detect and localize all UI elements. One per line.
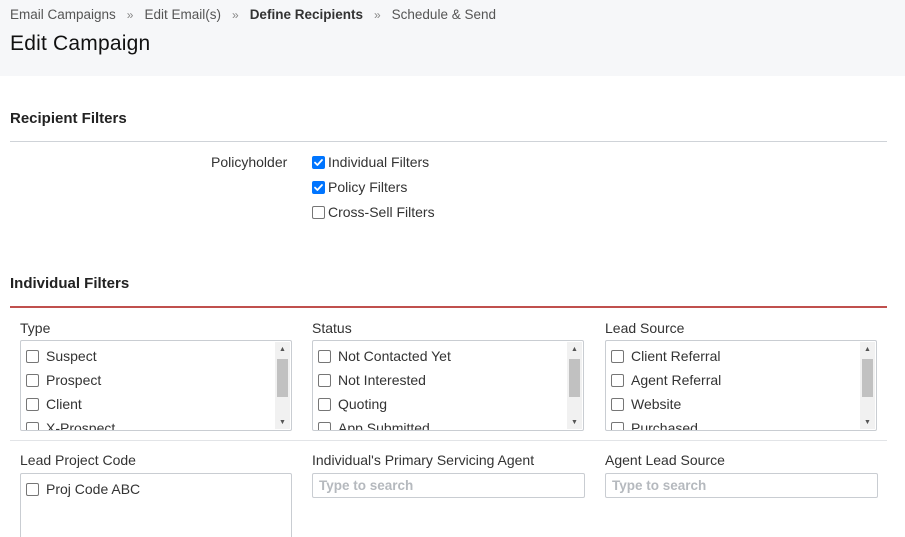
- list-item[interactable]: Not Contacted Yet: [318, 344, 565, 368]
- lead-project-code-checkbox[interactable]: [26, 482, 39, 496]
- cross-sell-filters-option[interactable]: Cross-Sell Filters: [312, 204, 435, 220]
- list-item-label: Client: [46, 396, 82, 412]
- list-item-label: Prospect: [46, 372, 102, 388]
- list-item[interactable]: Not Interested: [318, 368, 565, 392]
- section-divider-accent: [10, 306, 887, 308]
- scroll-down-arrow-icon[interactable]: ▼: [275, 415, 290, 429]
- list-item-label: App Submitted: [338, 420, 430, 431]
- agent-lead-source-search-input[interactable]: [605, 473, 878, 498]
- type-listbox[interactable]: Suspect Prospect Client X-Prospect ▲ ▼: [20, 340, 292, 431]
- primary-servicing-agent-label: Individual's Primary Servicing Agent: [312, 452, 535, 468]
- lead-source-listbox[interactable]: Client Referral Agent Referral Website P…: [605, 340, 877, 431]
- breadcrumb: Email Campaigns » Edit Email(s) » Define…: [10, 7, 496, 22]
- type-label: Type: [20, 320, 51, 336]
- type-checkbox[interactable]: [26, 397, 39, 411]
- policyholder-label: Policyholder: [211, 154, 288, 170]
- scroll-up-arrow-icon[interactable]: ▲: [275, 342, 290, 356]
- individual-filters-checkbox[interactable]: [312, 155, 325, 169]
- page-title: Edit Campaign: [10, 32, 151, 55]
- individual-filters-heading: Individual Filters: [10, 275, 130, 292]
- list-item-label: Suspect: [46, 348, 97, 364]
- scrollbar[interactable]: ▲ ▼: [860, 342, 875, 429]
- list-item[interactable]: Prospect: [26, 368, 273, 392]
- page-header: Email Campaigns » Edit Email(s) » Define…: [0, 0, 905, 76]
- lead-project-code-label: Lead Project Code: [20, 452, 136, 468]
- row-divider: [10, 440, 887, 441]
- policy-filters-option[interactable]: Policy Filters: [312, 179, 407, 195]
- list-item-label: Not Contacted Yet: [338, 348, 451, 364]
- scroll-down-arrow-icon[interactable]: ▼: [860, 415, 875, 429]
- breadcrumb-define-recipients: Define Recipients: [249, 7, 363, 22]
- policy-filters-label: Policy Filters: [328, 179, 408, 195]
- list-item-label: Client Referral: [631, 348, 721, 364]
- breadcrumb-schedule-send[interactable]: Schedule & Send: [392, 7, 496, 22]
- type-checkbox[interactable]: [26, 349, 39, 363]
- recipient-filters-heading: Recipient Filters: [10, 110, 127, 127]
- status-label: Status: [312, 320, 352, 336]
- breadcrumb-separator: »: [232, 7, 239, 22]
- list-item[interactable]: Suspect: [26, 344, 273, 368]
- scrollbar-thumb[interactable]: [277, 359, 288, 397]
- cross-sell-filters-checkbox[interactable]: [312, 205, 325, 219]
- cross-sell-filters-label: Cross-Sell Filters: [328, 204, 435, 220]
- agent-lead-source-label: Agent Lead Source: [605, 452, 725, 468]
- list-item[interactable]: Quoting: [318, 392, 565, 416]
- list-item-label: Agent Referral: [631, 372, 722, 388]
- list-item[interactable]: Client Referral: [611, 344, 858, 368]
- section-divider: [10, 141, 887, 142]
- lead-source-checkbox[interactable]: [611, 349, 624, 363]
- breadcrumb-edit-emails[interactable]: Edit Email(s): [144, 7, 221, 22]
- list-item-label: Not Interested: [338, 372, 426, 388]
- individual-filters-label: Individual Filters: [328, 154, 430, 170]
- status-checkbox[interactable]: [318, 421, 331, 430]
- breadcrumb-separator: »: [373, 7, 381, 22]
- list-item[interactable]: X-Prospect: [26, 416, 273, 431]
- lead-source-checkbox[interactable]: [611, 373, 624, 387]
- individual-filters-option[interactable]: Individual Filters: [312, 154, 429, 170]
- list-item-label: Quoting: [338, 396, 388, 412]
- scrollbar-thumb[interactable]: [862, 359, 873, 397]
- list-item-label: Proj Code ABC: [46, 481, 141, 497]
- status-checkbox[interactable]: [318, 349, 331, 363]
- list-item[interactable]: Agent Referral: [611, 368, 858, 392]
- scrollbar[interactable]: ▲ ▼: [567, 342, 582, 429]
- lead-source-label: Lead Source: [605, 320, 685, 336]
- scrollbar[interactable]: ▲ ▼: [275, 342, 290, 429]
- list-item[interactable]: Purchased: [611, 416, 858, 431]
- type-checkbox[interactable]: [26, 373, 39, 387]
- status-checkbox[interactable]: [318, 397, 331, 411]
- list-item-label: Website: [631, 396, 682, 412]
- lead-project-code-listbox[interactable]: Proj Code ABC: [20, 473, 292, 537]
- scroll-up-arrow-icon[interactable]: ▲: [860, 342, 875, 356]
- primary-servicing-agent-search-input[interactable]: [312, 473, 585, 498]
- status-listbox[interactable]: Not Contacted Yet Not Interested Quoting…: [312, 340, 584, 431]
- status-checkbox[interactable]: [318, 373, 331, 387]
- lead-source-checkbox[interactable]: [611, 421, 624, 430]
- scroll-down-arrow-icon[interactable]: ▼: [567, 415, 582, 429]
- list-item[interactable]: App Submitted: [318, 416, 565, 431]
- list-item[interactable]: Client: [26, 392, 273, 416]
- breadcrumb-separator: »: [126, 7, 134, 22]
- breadcrumb-email-campaigns[interactable]: Email Campaigns: [10, 7, 116, 22]
- type-checkbox[interactable]: [26, 421, 39, 430]
- lead-source-checkbox[interactable]: [611, 397, 624, 411]
- list-item[interactable]: Website: [611, 392, 858, 416]
- policy-filters-checkbox[interactable]: [312, 180, 325, 194]
- list-item[interactable]: Proj Code ABC: [26, 477, 273, 501]
- list-item-label: Purchased: [631, 420, 698, 431]
- list-item-label: X-Prospect: [46, 420, 116, 431]
- scrollbar-thumb[interactable]: [569, 359, 580, 397]
- scroll-up-arrow-icon[interactable]: ▲: [567, 342, 582, 356]
